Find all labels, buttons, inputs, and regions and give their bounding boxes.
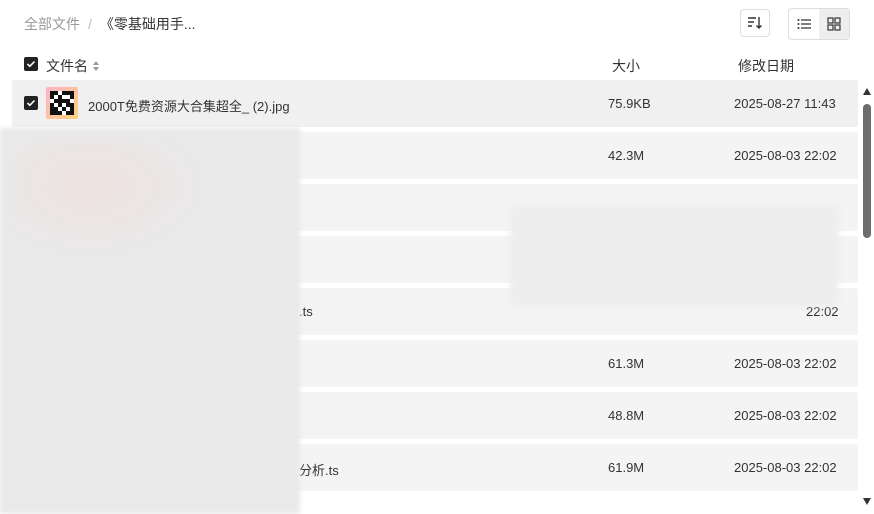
file-size: 61.3M (608, 356, 645, 371)
file-size: 42.3M (608, 148, 645, 163)
checkmark-icon (26, 99, 36, 107)
breadcrumb-separator: / (88, 16, 92, 32)
sort-icon (748, 17, 762, 29)
vertical-scrollbar[interactable] (860, 84, 874, 514)
table-row[interactable]: 2000T免费资源大合集超全_ (2).jpg 75.9KB 2025-08-2… (12, 80, 858, 127)
grid-view-button[interactable] (819, 9, 849, 39)
file-date: 2025-08-03 22:02 (734, 148, 837, 163)
list-view-icon (797, 19, 811, 29)
table-header: 文件名 大小 修改日期 (12, 52, 858, 76)
file-size: 61.9M (608, 460, 645, 475)
image-thumbnail (46, 87, 78, 119)
file-size: 75.9KB (608, 96, 651, 111)
breadcrumb: 全部文件 / 《零基础用手... (24, 14, 196, 34)
breadcrumb-current-folder: 《零基础用手... (99, 16, 196, 32)
blurred-overlay (0, 128, 300, 514)
file-date: 22:02 (806, 304, 839, 319)
row-checkbox[interactable] (24, 96, 38, 110)
checkmark-icon (26, 60, 36, 68)
file-date: 2025-08-03 22:02 (734, 356, 837, 371)
grid-view-icon (827, 17, 841, 31)
file-date: 2025-08-27 11:43 (734, 96, 836, 111)
breadcrumb-root-link[interactable]: 全部文件 (24, 14, 80, 34)
file-name[interactable]: 分析.ts (299, 460, 339, 479)
file-size: 48.8M (608, 408, 645, 423)
blurred-overlay (510, 206, 838, 306)
sort-toggle-icon (93, 61, 99, 71)
file-name[interactable]: 2000T免费资源大合集超全_ (2).jpg (88, 96, 290, 115)
column-header-size[interactable]: 大小 (612, 56, 640, 76)
scrollbar-thumb[interactable] (863, 104, 871, 238)
scroll-down-arrow-icon[interactable] (863, 498, 871, 505)
qr-code-icon (50, 91, 74, 115)
select-all-checkbox[interactable] (24, 57, 38, 71)
column-header-date[interactable]: 修改日期 (738, 56, 794, 76)
column-header-name-label: 文件名 (46, 58, 88, 74)
sort-button[interactable] (740, 9, 770, 37)
file-name[interactable]: .ts (299, 304, 313, 319)
list-view-button[interactable] (789, 9, 819, 39)
file-date: 2025-08-03 22:02 (734, 460, 837, 475)
scroll-up-arrow-icon[interactable] (863, 88, 871, 95)
file-date: 2025-08-03 22:02 (734, 408, 837, 423)
view-mode-toggle (788, 8, 850, 40)
column-header-name[interactable]: 文件名 (46, 56, 100, 76)
